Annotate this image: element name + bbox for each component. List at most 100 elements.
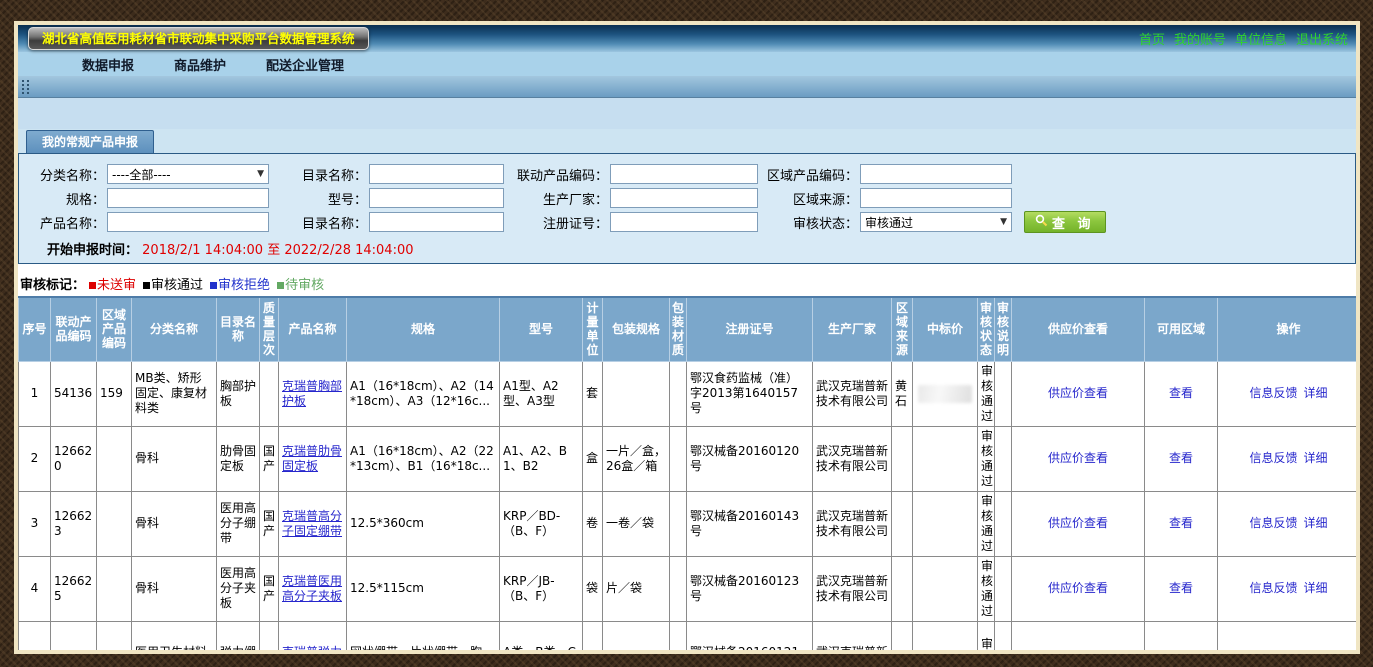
col-ops: 操作	[1218, 297, 1357, 361]
col-manufacturer: 生产厂家	[813, 297, 892, 361]
audit-legend: 审核标记：未送审审核通过审核拒绝待审核	[20, 274, 1356, 290]
legend-item-text: 未送审	[97, 278, 136, 293]
link-product-name[interactable]: 克瑞普弹力	[282, 645, 342, 651]
cell-audit_status: 审核通过	[978, 491, 995, 556]
filter-row: 产品名称：目录名称：注册证号：审核状态：审核通过▼查 询	[19, 212, 1355, 232]
link-detail[interactable]: 详细	[1304, 581, 1328, 595]
cell-unit	[583, 621, 603, 650]
legend-item-text: 审核通过	[151, 278, 203, 293]
catalog-name-input-2[interactable]	[369, 212, 504, 232]
link-supply-price-view[interactable]: 供应价查看	[1048, 386, 1108, 400]
cell-audit_note	[995, 621, 1012, 650]
catalog-name-input[interactable]	[369, 164, 504, 184]
cell-pkg_spec: 一卷／袋	[603, 491, 670, 556]
model-input[interactable]	[369, 188, 504, 208]
cell-audit_status: 审核通过	[978, 556, 995, 621]
registration-no-input-label: 注册证号：	[504, 213, 608, 232]
cell-supply_price: 供应价查看	[1012, 556, 1145, 621]
tab-my-regular-product-declaration[interactable]: 我的常规产品申报	[26, 130, 154, 153]
spec-input[interactable]	[107, 188, 269, 208]
link-product-name[interactable]: 克瑞普胸部护板	[282, 379, 342, 408]
link-detail[interactable]: 详细	[1304, 451, 1328, 465]
top-link-unit-info[interactable]: 单位信息	[1235, 33, 1287, 48]
audit-status-select[interactable]: 审核通过▼	[860, 212, 1012, 232]
link-supply-price-view[interactable]: 供应价查看	[1048, 516, 1108, 530]
table-row: 4126625骨科医用高分子夹板国产克瑞普医用高分子夹板12.5*115cmKR…	[19, 556, 1357, 621]
col-reg_no: 注册证号	[687, 297, 813, 361]
region-product-code-input-label: 区域产品编码：	[758, 165, 858, 184]
cell-reg_no: 鄂汉械备20160121	[687, 621, 813, 650]
product-name-input[interactable]	[107, 212, 269, 232]
link-info-feedback[interactable]: 信息反馈	[1249, 516, 1297, 530]
col-model: 型号	[500, 297, 583, 361]
model-input-label: 型号：	[269, 189, 367, 208]
cell-region_code	[97, 621, 132, 650]
cell-audit_status: 审核通过	[978, 426, 995, 491]
region-source-input[interactable]	[860, 188, 1012, 208]
cell-audit_note	[995, 426, 1012, 491]
declaration-period-label: 开始申报时间：	[47, 243, 138, 258]
top-link-my-account[interactable]: 我的账号	[1174, 33, 1226, 48]
cell-audit_note	[995, 491, 1012, 556]
link-supply-price-view[interactable]: 供应价查看	[1048, 581, 1108, 595]
cell-audit_note	[995, 556, 1012, 621]
link-product-name[interactable]: 克瑞普医用高分子夹板	[282, 574, 342, 603]
link-detail[interactable]: 详细	[1304, 516, 1328, 530]
link-info-feedback[interactable]: 信息反馈	[1249, 386, 1297, 400]
top-link-home[interactable]: 首页	[1139, 33, 1165, 48]
link-view-available-region[interactable]: 查看	[1169, 516, 1193, 530]
spec-input-label: 规格：	[19, 189, 105, 208]
catalog-name-input-2-label: 目录名称：	[269, 213, 367, 232]
audit-status-select-label: 审核状态：	[758, 213, 858, 232]
cell-reg_no: 鄂汉械备20160143号	[687, 491, 813, 556]
cell-pkg_spec	[603, 361, 670, 426]
col-unit: 计量单位	[583, 297, 603, 361]
cell-pkg_material	[670, 621, 687, 650]
menu-distribution-enterprise-management[interactable]: 配送企业管理	[266, 55, 344, 74]
products-table-header: 序号联动产品编码区域产品编码分类名称目录名称质量层次产品名称规格型号计量单位包装…	[19, 297, 1357, 361]
cell-avail_region: 查看	[1145, 426, 1218, 491]
manufacturer-input[interactable]	[610, 188, 758, 208]
link-view-available-region[interactable]: 查看	[1169, 581, 1193, 595]
link-view-available-region[interactable]: 查看	[1169, 386, 1193, 400]
cell-product: 克瑞普肋骨固定板	[279, 426, 347, 491]
link-supply-price-view[interactable]: 供应价查看	[1048, 451, 1108, 465]
registration-no-input[interactable]	[610, 212, 758, 232]
spacer-strip	[18, 98, 1356, 129]
search-button[interactable]: 查 询	[1024, 211, 1106, 233]
menu-product-maintenance[interactable]: 商品维护	[174, 55, 226, 74]
cell-unit: 卷	[583, 491, 603, 556]
top-links: 首页我的账号单位信息退出系统	[1130, 29, 1348, 48]
cell-reg_no: 鄂汉械备20160123号	[687, 556, 813, 621]
cell-spec: 12.5*360cm	[347, 491, 500, 556]
cell-ops: 信息反馈详细	[1218, 556, 1357, 621]
legend-square-icon	[143, 282, 150, 289]
link-product-name[interactable]: 克瑞普肋骨固定板	[282, 444, 342, 473]
products-table: 序号联动产品编码区域产品编码分类名称目录名称质量层次产品名称规格型号计量单位包装…	[18, 296, 1356, 650]
link-product-name[interactable]: 克瑞普高分子固定绷带	[282, 509, 342, 538]
cell-price	[913, 621, 978, 650]
cell-region_source: 黄石	[892, 361, 913, 426]
link-info-feedback[interactable]: 信息反馈	[1249, 451, 1297, 465]
region-product-code-input[interactable]	[860, 164, 1012, 184]
search-button-label: 查 询	[1052, 213, 1095, 232]
cell-seq: 2	[19, 426, 51, 491]
cell-quality	[260, 621, 279, 650]
cell-avail_region: 查看	[1145, 361, 1218, 426]
cell-supply_price	[1012, 621, 1145, 650]
top-link-logout[interactable]: 退出系统	[1296, 33, 1348, 48]
col-price: 中标价	[913, 297, 978, 361]
cell-manufacturer: 武汉克瑞普新技术有限公司	[813, 426, 892, 491]
link-view-available-region[interactable]: 查看	[1169, 451, 1193, 465]
category-select[interactable]: ----全部----▼	[107, 164, 269, 184]
col-spec: 规格	[347, 297, 500, 361]
menu-data-declaration[interactable]: 数据申报	[82, 55, 134, 74]
cell-quality: 国产	[260, 426, 279, 491]
link-detail[interactable]: 详细	[1304, 386, 1328, 400]
filter-row: 分类名称：----全部----▼目录名称：联动产品编码：区域产品编码：	[19, 164, 1355, 184]
linkage-product-code-input[interactable]	[610, 164, 758, 184]
cell-catalog: 医用高分子绷带	[217, 491, 260, 556]
link-info-feedback[interactable]: 信息反馈	[1249, 581, 1297, 595]
search-icon	[1035, 214, 1048, 231]
cell-category: 医用卫生材料	[132, 621, 217, 650]
